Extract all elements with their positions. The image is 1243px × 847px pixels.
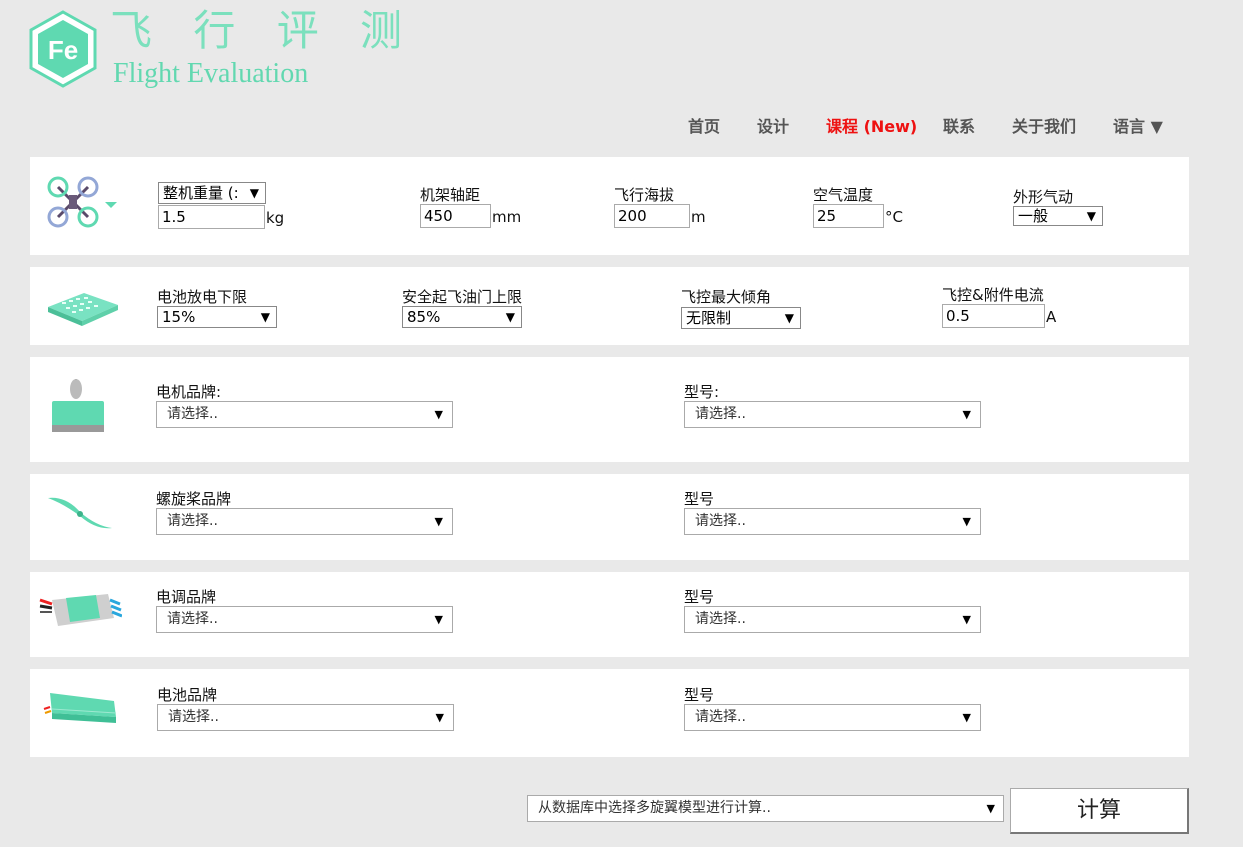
- esc-brand-label: 电调品牌: [156, 588, 217, 606]
- current-unit: A: [1046, 308, 1057, 326]
- throttle-label: 安全起飞油门上限: [402, 288, 523, 306]
- esc-model-value: 请选择..: [695, 611, 746, 627]
- tilt-label: 飞控最大倾角: [681, 288, 772, 306]
- propeller-brand-label: 螺旋桨品牌: [156, 490, 232, 508]
- discharge-value: 15%: [162, 308, 196, 326]
- motor-model-select[interactable]: 请选择.. ▼: [684, 401, 981, 428]
- dropdown-arrow-icon: ▼: [986, 802, 995, 815]
- throttle-select[interactable]: 85% ▼: [402, 306, 522, 328]
- altitude-unit: m: [691, 208, 706, 226]
- tilt-select[interactable]: 无限制 ▼: [681, 307, 801, 329]
- nav-course[interactable]: 课程 (New): [826, 116, 917, 138]
- battery-model-label: 型号: [684, 686, 715, 704]
- logo-text: Fe: [48, 35, 78, 65]
- esc-model-label: 型号: [684, 588, 715, 606]
- wheelbase-input[interactable]: 450: [420, 204, 491, 228]
- weight-unit: kg: [266, 209, 285, 227]
- battery-model-select[interactable]: 请选择.. ▼: [684, 704, 981, 731]
- weight-type-value: 整机重量 (:: [163, 184, 239, 202]
- tilt-value: 无限制: [686, 309, 732, 327]
- nav-design[interactable]: 设计: [757, 116, 789, 138]
- motor-brand-value: 请选择..: [167, 406, 218, 422]
- nav-language[interactable]: 语言 ▼: [1113, 116, 1163, 138]
- battery-panel: 电池品牌 请选择.. ▼ 型号 请选择.. ▼: [30, 669, 1189, 757]
- database-model-value: 从数据库中选择多旋翼模型进行计算..: [538, 800, 771, 816]
- esc-brand-select[interactable]: 请选择.. ▼: [156, 606, 453, 633]
- current-label: 飞控&附件电流: [942, 286, 1044, 304]
- propeller-model-value: 请选择..: [695, 513, 746, 529]
- battery-brand-select[interactable]: 请选择.. ▼: [157, 704, 454, 731]
- battery-brand-value: 请选择..: [168, 709, 219, 725]
- battery-board-icon: [48, 293, 118, 326]
- esc-icon: [39, 594, 122, 626]
- temperature-label: 空气温度: [813, 186, 874, 204]
- dropdown-arrow-icon: ▼: [784, 311, 794, 325]
- dropdown-arrow-icon: ▼: [1086, 209, 1096, 223]
- top-nav: 首页 设计 课程 (New) 联系 关于我们 语言 ▼: [0, 116, 1243, 138]
- battery-model-value: 请选择..: [695, 709, 746, 725]
- current-input[interactable]: 0.5: [942, 304, 1045, 328]
- motor-model-label: 型号:: [684, 383, 720, 401]
- quadcopter-icon: [47, 176, 117, 228]
- esc-brand-value: 请选择..: [167, 611, 218, 627]
- motor-brand-select[interactable]: 请选择.. ▼: [156, 401, 453, 428]
- esc-panel: 电调品牌 请选择.. ▼ 型号 请选择.. ▼: [30, 572, 1189, 657]
- dropdown-arrow-icon: ▼: [962, 711, 971, 724]
- propeller-model-label: 型号: [684, 490, 715, 508]
- weight-type-select[interactable]: 整机重量 (: ▼: [158, 182, 266, 204]
- battery-icon: [43, 693, 117, 723]
- propeller-icon: [48, 497, 112, 529]
- motor-brand-label: 电机品牌:: [156, 383, 222, 401]
- dropdown-arrow-icon: ▼: [249, 186, 259, 200]
- aero-value: 一般: [1018, 207, 1049, 225]
- nav-home[interactable]: 首页: [688, 116, 720, 138]
- calculate-button[interactable]: 计算: [1010, 788, 1189, 834]
- discharge-label: 电池放电下限: [157, 288, 248, 306]
- aircraft-panel: 整机重量 (: ▼ 1.5 kg 机架轴距 450 mm 飞行海拔 200 m 空…: [30, 157, 1189, 255]
- dropdown-arrow-icon: ▼: [505, 310, 515, 324]
- dropdown-arrow-icon: ▼: [435, 711, 444, 724]
- brand-title-en: Flight Evaluation: [113, 58, 309, 89]
- aero-select[interactable]: 一般 ▼: [1013, 206, 1103, 226]
- temperature-unit: °C: [885, 208, 903, 226]
- esc-model-select[interactable]: 请选择.. ▼: [684, 606, 981, 633]
- propeller-model-select[interactable]: 请选择.. ▼: [684, 508, 981, 535]
- nav-about[interactable]: 关于我们: [1012, 116, 1076, 138]
- dropdown-arrow-icon: ▼: [434, 613, 443, 626]
- battery-brand-label: 电池品牌: [157, 686, 218, 704]
- dropdown-arrow-icon: ▼: [260, 310, 270, 324]
- wheelbase-unit: mm: [492, 208, 522, 226]
- dropdown-arrow-icon: ▼: [434, 515, 443, 528]
- weight-input[interactable]: 1.5: [158, 205, 265, 229]
- wheelbase-label: 机架轴距: [420, 186, 481, 204]
- logo-icon: Fe: [29, 10, 97, 88]
- propeller-brand-value: 请选择..: [167, 513, 218, 529]
- dropdown-arrow-icon: ▼: [962, 408, 971, 421]
- propeller-panel: 螺旋桨品牌 请选择.. ▼ 型号 请选择.. ▼: [30, 474, 1189, 560]
- throttle-value: 85%: [407, 308, 441, 326]
- motor-panel: 电机品牌: 请选择.. ▼ 型号: 请选择.. ▼: [30, 357, 1189, 462]
- altitude-input[interactable]: 200: [614, 204, 690, 228]
- dropdown-arrow-icon: ▼: [962, 515, 971, 528]
- limits-panel: 电池放电下限 15% ▼ 安全起飞油门上限 85% ▼ 飞控最大倾角 无限制 ▼ 飞控…: [30, 267, 1189, 345]
- motor-model-value: 请选择..: [695, 406, 746, 422]
- propeller-brand-select[interactable]: 请选择.. ▼: [156, 508, 453, 535]
- aero-label: 外形气动: [1013, 188, 1074, 206]
- temperature-input[interactable]: 25: [813, 204, 884, 228]
- nav-contact[interactable]: 联系: [943, 116, 975, 138]
- motor-icon: [52, 379, 104, 432]
- altitude-label: 飞行海拔: [614, 186, 675, 204]
- dropdown-arrow-icon: ▼: [962, 613, 971, 626]
- discharge-select[interactable]: 15% ▼: [157, 306, 277, 328]
- brand-title-cn: 飞 行 评 测: [110, 6, 417, 55]
- dropdown-arrow-icon: ▼: [434, 408, 443, 421]
- database-model-select[interactable]: 从数据库中选择多旋翼模型进行计算.. ▼: [527, 795, 1004, 822]
